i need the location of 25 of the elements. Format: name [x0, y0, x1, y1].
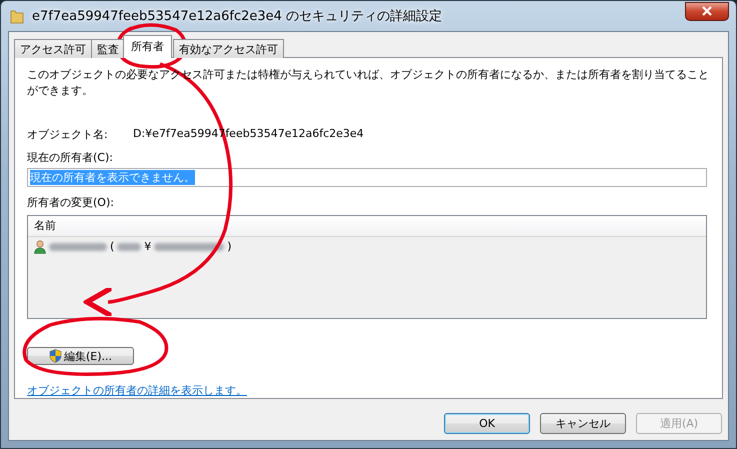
dialog-button[interactable]: キャンセル: [540, 413, 626, 434]
separator-text: ¥: [144, 240, 152, 254]
owner-details-link[interactable]: オブジェクトの所有者の詳細を表示します。: [27, 383, 247, 398]
user-icon: [34, 240, 46, 254]
field-label: 所有者の変更(O):: [27, 194, 115, 210]
field-label: 現在の所有者(C):: [27, 150, 114, 165]
blurred-text: [117, 242, 142, 251]
tab[interactable]: アクセス許可: [14, 39, 92, 58]
field-value: 現在の所有者を表示できません。: [30, 170, 195, 185]
dialog-button[interactable]: OK: [444, 413, 530, 434]
edit-button[interactable]: 編集(E)...: [27, 347, 134, 365]
parenthesis: ): [227, 240, 232, 254]
blurred-text: [154, 242, 224, 251]
shield-icon: [48, 349, 62, 364]
close-button[interactable]: [685, 2, 729, 20]
folder-icon: [10, 8, 24, 24]
close-icon: [702, 6, 712, 16]
tab[interactable]: 所有者: [123, 35, 172, 58]
column-header[interactable]: 名前: [28, 216, 706, 237]
field-label: オブジェクト名:: [27, 127, 109, 142]
window-title: e7f7ea59947feeb53547e12a6fc2e3e4 のセキュリティの詳細設定: [32, 8, 442, 25]
blurred-text: [49, 242, 107, 251]
parenthesis: (: [110, 240, 114, 254]
tab[interactable]: 監査: [91, 39, 125, 58]
tab[interactable]: 有効なアクセス許可: [173, 39, 284, 58]
